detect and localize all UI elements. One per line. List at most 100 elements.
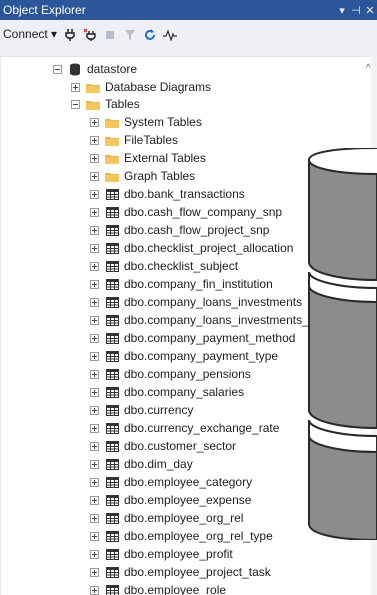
expand-icon[interactable]	[90, 585, 99, 595]
table-label: dbo.checklist_subject	[124, 259, 239, 273]
collapse-icon[interactable]	[71, 99, 80, 109]
expand-icon[interactable]	[90, 297, 99, 307]
table-row[interactable]: dbo.checklist_project_allocation	[90, 239, 293, 257]
table-row[interactable]: dbo.employee_profit	[90, 545, 233, 563]
table-icon	[105, 350, 119, 362]
expand-icon[interactable]	[90, 423, 99, 433]
refresh-icon[interactable]	[142, 27, 158, 43]
expand-icon[interactable]	[90, 351, 99, 361]
table-row[interactable]: dbo.currency	[90, 401, 193, 419]
expand-icon[interactable]	[90, 207, 99, 217]
table-label: dbo.company_payment_type	[124, 349, 279, 363]
expand-icon[interactable]	[90, 225, 99, 235]
tree-node-external-tables[interactable]: External Tables	[90, 149, 206, 167]
pin-icon[interactable]: ⊣	[349, 4, 363, 17]
table-row[interactable]: dbo.employee_org_rel_type	[90, 527, 273, 545]
table-icon	[105, 476, 119, 488]
expand-icon[interactable]	[90, 135, 99, 145]
expand-icon[interactable]	[90, 261, 99, 271]
table-label: dbo.company_loans_investments	[124, 295, 303, 309]
activity-monitor-icon[interactable]	[162, 27, 178, 43]
table-icon	[105, 296, 119, 308]
table-label: dbo.checklist_project_allocation	[124, 241, 294, 255]
table-icon	[105, 260, 119, 272]
expand-icon[interactable]	[90, 513, 99, 523]
collapse-icon[interactable]	[53, 64, 62, 74]
folder-label: Database Diagrams	[105, 80, 212, 94]
database-cylinder-graphic	[308, 148, 377, 540]
table-label: dbo.employee_project_task	[124, 565, 271, 579]
table-row[interactable]: dbo.company_payment_method	[90, 329, 295, 347]
tree-node-system-tables[interactable]: System Tables	[90, 113, 202, 131]
folder-icon	[105, 134, 119, 146]
table-row[interactable]: dbo.checklist_subject	[90, 257, 238, 275]
expand-icon[interactable]	[90, 369, 99, 379]
table-icon	[105, 548, 119, 560]
tree-node-database-diagrams[interactable]: Database Diagrams	[71, 78, 211, 96]
table-row[interactable]: dbo.company_fin_institution	[90, 275, 273, 293]
expand-icon[interactable]	[90, 387, 99, 397]
table-row[interactable]: dbo.dim_day	[90, 455, 193, 473]
table-row[interactable]: dbo.cash_flow_project_snp	[90, 221, 269, 239]
table-row[interactable]: dbo.employee_role	[90, 581, 226, 595]
table-icon	[105, 566, 119, 578]
expand-icon[interactable]	[90, 405, 99, 415]
close-icon[interactable]: ✕	[363, 4, 377, 17]
tree-node-tables[interactable]: Tables	[71, 95, 140, 113]
expand-icon[interactable]	[71, 82, 80, 92]
table-icon	[105, 530, 119, 542]
table-icon	[105, 206, 119, 218]
expand-icon[interactable]	[90, 531, 99, 541]
table-row[interactable]: dbo.currency_exchange_rate	[90, 419, 279, 437]
table-row[interactable]: dbo.employee_project_task	[90, 563, 271, 581]
table-label: dbo.employee_org_rel	[124, 511, 244, 525]
table-icon	[105, 188, 119, 200]
table-row[interactable]: dbo.customer_sector	[90, 437, 236, 455]
tree-node-filetables[interactable]: FileTables	[90, 131, 178, 149]
expand-icon[interactable]	[90, 243, 99, 253]
connect-object-explorer-icon[interactable]	[62, 27, 78, 43]
table-label: dbo.company_payment_method	[124, 331, 296, 345]
table-icon	[105, 422, 119, 434]
expand-icon[interactable]	[90, 189, 99, 199]
table-row[interactable]: dbo.employee_category	[90, 473, 252, 491]
table-row[interactable]: dbo.company_payment_type	[90, 347, 278, 365]
window-position-dropdown-icon[interactable]: ▾	[335, 4, 349, 17]
expand-icon[interactable]	[90, 495, 99, 505]
expand-icon[interactable]	[90, 315, 99, 325]
table-row[interactable]: dbo.company_pensions	[90, 365, 251, 383]
folder-label: External Tables	[124, 151, 206, 165]
table-row[interactable]: dbo.bank_transactions	[90, 185, 245, 203]
table-label: dbo.cash_flow_company_snp	[124, 205, 283, 219]
expand-icon[interactable]	[90, 333, 99, 343]
table-row[interactable]: dbo.company_loans_investments_	[90, 311, 309, 329]
expand-icon[interactable]	[90, 153, 99, 163]
table-row[interactable]: dbo.company_salaries	[90, 383, 244, 401]
tree-node-graph-tables[interactable]: Graph Tables	[90, 167, 195, 185]
folder-label: System Tables	[124, 115, 202, 129]
stop-icon[interactable]	[102, 27, 118, 43]
scroll-up-arrow-icon[interactable]: ^	[366, 63, 371, 74]
table-row[interactable]: dbo.employee_expense	[90, 491, 251, 509]
connect-button[interactable]: Connect ▾	[3, 27, 57, 41]
expand-icon[interactable]	[90, 279, 99, 289]
disconnect-icon[interactable]	[82, 27, 98, 43]
database-icon	[68, 63, 82, 75]
database-label: datastore	[87, 62, 138, 76]
table-label: dbo.employee_org_rel_type	[124, 529, 273, 543]
table-icon	[105, 242, 119, 254]
table-icon	[105, 386, 119, 398]
expand-icon[interactable]	[90, 171, 99, 181]
table-label: dbo.currency	[124, 403, 194, 417]
expand-icon[interactable]	[90, 567, 99, 577]
table-row[interactable]: dbo.employee_org_rel	[90, 509, 243, 527]
tree-node-database[interactable]: datastore	[53, 60, 137, 78]
expand-icon[interactable]	[90, 441, 99, 451]
table-row[interactable]: dbo.company_loans_investments	[90, 293, 302, 311]
expand-icon[interactable]	[90, 549, 99, 559]
expand-icon[interactable]	[90, 459, 99, 469]
expand-icon[interactable]	[90, 477, 99, 487]
expand-icon[interactable]	[90, 117, 99, 127]
filter-icon[interactable]	[122, 27, 138, 43]
table-row[interactable]: dbo.cash_flow_company_snp	[90, 203, 282, 221]
